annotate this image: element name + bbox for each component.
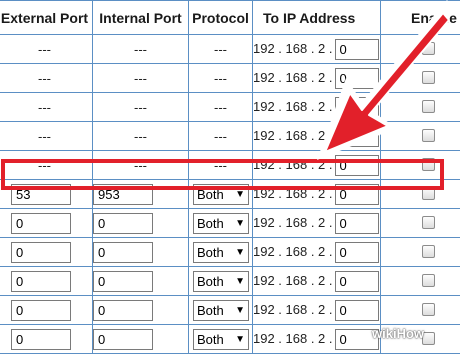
internal-port-value: --- bbox=[93, 35, 189, 64]
ip-last-octet-input[interactable]: 0 bbox=[335, 184, 379, 205]
protocol-select[interactable]: Both▼ bbox=[193, 213, 249, 234]
ip-prefix: 192 . 168 . 2 . bbox=[253, 330, 333, 345]
table-row: 00Both▼192 . 168 . 2 .0 bbox=[0, 296, 460, 325]
port-forwarding-panel: External Port Internal Port Protocol To … bbox=[0, 0, 460, 345]
enable-checkbox[interactable] bbox=[422, 129, 435, 142]
header-enable: Enable bbox=[381, 1, 460, 35]
protocol-select[interactable]: Both▼ bbox=[193, 271, 249, 292]
enable-checkbox[interactable] bbox=[422, 216, 435, 229]
enable-checkbox[interactable] bbox=[422, 42, 435, 55]
ip-last-octet-input[interactable]: 0 bbox=[335, 271, 379, 292]
ip-prefix: 192 . 168 . 2 . bbox=[253, 127, 333, 142]
header-external-port: External Port bbox=[0, 1, 93, 35]
protocol-value: --- bbox=[189, 93, 253, 122]
ip-last-octet-input[interactable]: 0 bbox=[335, 300, 379, 321]
protocol-value: --- bbox=[189, 151, 253, 180]
ip-prefix: 192 . 168 . 2 . bbox=[253, 185, 333, 200]
external-port-value: --- bbox=[0, 93, 93, 122]
internal-port-value: --- bbox=[93, 151, 189, 180]
protocol-select[interactable]: Both▼ bbox=[193, 329, 249, 350]
ip-prefix: 192 . 168 . 2 . bbox=[253, 214, 333, 229]
table-body: ---------192 . 168 . 2 .0---------192 . … bbox=[0, 35, 460, 354]
chevron-down-icon: ▼ bbox=[235, 189, 245, 200]
table-row: 00Both▼192 . 168 . 2 .0 bbox=[0, 267, 460, 296]
protocol-select-value: Both bbox=[197, 245, 235, 260]
enable-checkbox[interactable] bbox=[422, 303, 435, 316]
ip-last-octet-input[interactable]: 0 bbox=[335, 97, 379, 118]
external-port-input[interactable]: 0 bbox=[11, 271, 71, 292]
internal-port-value: --- bbox=[93, 93, 189, 122]
table-header-row: External Port Internal Port Protocol To … bbox=[0, 1, 460, 35]
table-row: 00Both▼192 . 168 . 2 .0 bbox=[0, 238, 460, 267]
external-port-input[interactable]: 53 bbox=[11, 184, 71, 205]
header-internal-port: Internal Port bbox=[93, 1, 189, 35]
external-port-input[interactable]: 0 bbox=[11, 329, 71, 350]
internal-port-value: --- bbox=[93, 64, 189, 93]
enable-checkbox[interactable] bbox=[422, 158, 435, 171]
internal-port-value: --- bbox=[93, 122, 189, 151]
protocol-value: --- bbox=[189, 64, 253, 93]
table-row: ---------192 . 168 . 2 .0 bbox=[0, 151, 460, 180]
internal-port-input[interactable]: 0 bbox=[93, 300, 153, 321]
internal-port-input[interactable]: 0 bbox=[93, 329, 153, 350]
ip-last-octet-input[interactable]: 0 bbox=[335, 68, 379, 89]
chevron-down-icon: ▼ bbox=[235, 305, 245, 316]
ip-last-octet-input[interactable]: 0 bbox=[335, 213, 379, 234]
ip-prefix: 192 . 168 . 2 . bbox=[253, 272, 333, 287]
ip-prefix: 192 . 168 . 2 . bbox=[253, 243, 333, 258]
ip-prefix: 192 . 168 . 2 . bbox=[253, 69, 333, 84]
protocol-select-value: Both bbox=[197, 332, 235, 347]
enable-checkbox[interactable] bbox=[422, 71, 435, 84]
internal-port-input[interactable]: 953 bbox=[93, 184, 153, 205]
ip-prefix: 192 . 168 . 2 . bbox=[253, 301, 333, 316]
external-port-input[interactable]: 0 bbox=[11, 300, 71, 321]
enable-checkbox[interactable] bbox=[422, 100, 435, 113]
protocol-select[interactable]: Both▼ bbox=[193, 242, 249, 263]
internal-port-input[interactable]: 0 bbox=[93, 271, 153, 292]
chevron-down-icon: ▼ bbox=[235, 218, 245, 229]
ip-prefix: 192 . 168 . 2 . bbox=[253, 98, 333, 113]
protocol-select-value: Both bbox=[197, 216, 235, 231]
watermark: wikiHow bbox=[372, 326, 424, 341]
ip-prefix: 192 . 168 . 2 . bbox=[253, 40, 333, 55]
protocol-select[interactable]: Both▼ bbox=[193, 184, 249, 205]
table-row: ---------192 . 168 . 2 .0 bbox=[0, 122, 460, 151]
ip-prefix: 192 . 168 . 2 . bbox=[253, 156, 333, 171]
table-row: 00Both▼192 . 168 . 2 .0 bbox=[0, 209, 460, 238]
table-row: ---------192 . 168 . 2 .0 bbox=[0, 64, 460, 93]
ip-last-octet-input[interactable]: 0 bbox=[335, 39, 379, 60]
ip-last-octet-input[interactable]: 0 bbox=[335, 126, 379, 147]
external-port-value: --- bbox=[0, 122, 93, 151]
port-forwarding-table: External Port Internal Port Protocol To … bbox=[0, 0, 460, 354]
external-port-input[interactable]: 0 bbox=[11, 213, 71, 234]
protocol-select[interactable]: Both▼ bbox=[193, 300, 249, 321]
enable-checkbox[interactable] bbox=[422, 274, 435, 287]
table-row: ---------192 . 168 . 2 .0 bbox=[0, 35, 460, 64]
header-to-ip-address: To IP Address bbox=[253, 1, 381, 35]
ip-last-octet-input[interactable]: 0 bbox=[335, 242, 379, 263]
header-protocol: Protocol bbox=[189, 1, 253, 35]
table-row: ---------192 . 168 . 2 .0 bbox=[0, 93, 460, 122]
external-port-value: --- bbox=[0, 64, 93, 93]
enable-checkbox[interactable] bbox=[422, 187, 435, 200]
chevron-down-icon: ▼ bbox=[235, 247, 245, 258]
internal-port-input[interactable]: 0 bbox=[93, 242, 153, 263]
external-port-value: --- bbox=[0, 35, 93, 64]
chevron-down-icon: ▼ bbox=[235, 276, 245, 287]
external-port-input[interactable]: 0 bbox=[11, 242, 71, 263]
protocol-select-value: Both bbox=[197, 303, 235, 318]
protocol-value: --- bbox=[189, 122, 253, 151]
external-port-value: --- bbox=[0, 151, 93, 180]
chevron-down-icon: ▼ bbox=[235, 334, 245, 345]
protocol-select-value: Both bbox=[197, 187, 235, 202]
ip-last-octet-input[interactable]: 0 bbox=[335, 155, 379, 176]
internal-port-input[interactable]: 0 bbox=[93, 213, 153, 234]
protocol-select-value: Both bbox=[197, 274, 235, 289]
table-row: 53 953 Both▼ 192 . 168 . 2 .0 bbox=[0, 180, 460, 209]
protocol-value: --- bbox=[189, 35, 253, 64]
enable-checkbox[interactable] bbox=[422, 245, 435, 258]
